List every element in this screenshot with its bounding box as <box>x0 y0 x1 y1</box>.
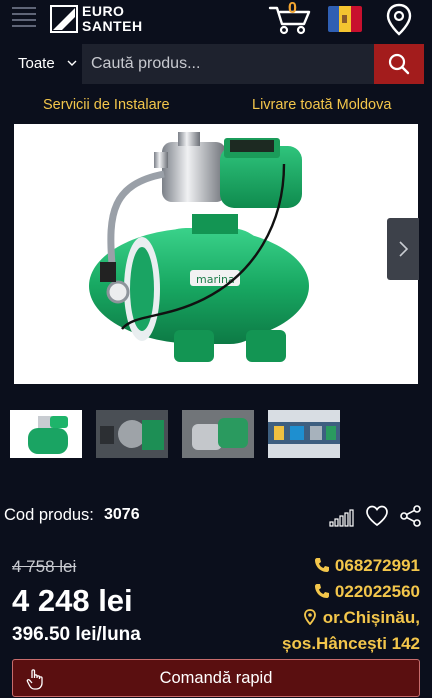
map-pin-icon <box>303 609 316 625</box>
menu-icon[interactable] <box>12 7 36 31</box>
location-pin-icon[interactable] <box>385 3 413 37</box>
logo[interactable]: EURO SANTEH <box>50 4 150 34</box>
quick-order-button[interactable]: Comandă rapid <box>12 659 420 697</box>
tap-hand-icon <box>26 669 43 690</box>
info-bar: Servicii de Instalare Livrare toată Mold… <box>0 90 432 124</box>
current-price: 4 248 lei <box>12 583 133 618</box>
cart-count-badge: 0 <box>288 0 297 17</box>
thumbnail-image <box>28 416 68 454</box>
logo-text-line1: EURO <box>82 3 125 19</box>
product-image[interactable]: marina <box>14 124 418 384</box>
language-flag[interactable] <box>328 6 362 32</box>
top-header: EURO SANTEH 0 <box>0 0 432 40</box>
phone-1-text: 068272991 <box>334 556 420 575</box>
pump-image: marina <box>89 132 309 362</box>
heart-icon[interactable] <box>364 504 390 528</box>
share-icon[interactable] <box>398 504 424 528</box>
product-code-value: 3076 <box>104 506 140 523</box>
thumbnail-image <box>182 410 254 458</box>
thumbnail-image <box>96 410 168 458</box>
search-bar: Toate <box>0 40 432 90</box>
thumbnail-2[interactable] <box>96 410 168 458</box>
next-image-button[interactable] <box>387 218 419 280</box>
thumbnail-strip <box>8 410 348 460</box>
address-city-link[interactable]: or.Chișinău, <box>302 608 420 628</box>
monthly-price: 396.50 lei/luna <box>12 624 141 645</box>
phone-icon <box>314 558 329 572</box>
search-icon <box>388 53 410 75</box>
thumbnail-3[interactable] <box>182 410 254 458</box>
thumbnail-1[interactable] <box>10 410 82 458</box>
delivery-info-link[interactable]: Livrare toată Moldova <box>252 97 391 113</box>
logo-mark-icon <box>50 5 78 33</box>
search-input[interactable] <box>82 44 374 84</box>
phone-2-link[interactable]: 022022560 <box>314 582 420 602</box>
flag-emblem-icon <box>342 15 348 23</box>
cart-button[interactable]: 0 <box>268 0 312 36</box>
category-select[interactable]: Toate <box>18 55 55 72</box>
address-street-text: șos.Hâncești 142 <box>282 634 420 653</box>
address-city-text: or.Chișinău, <box>322 608 420 627</box>
phone-1-link[interactable]: 068272991 <box>314 556 420 576</box>
chevron-down-icon[interactable] <box>66 57 78 69</box>
product-code-label: Cod produs: <box>4 506 94 524</box>
phone-icon <box>314 584 329 598</box>
thumbnail-4[interactable] <box>268 410 340 458</box>
logo-text-line2: SANTEH <box>82 18 143 34</box>
installation-services-link[interactable]: Servicii de Instalare <box>43 97 170 113</box>
product-code-row: Cod produs: 3076 <box>4 504 424 528</box>
thumbnail-image <box>268 410 340 458</box>
old-price: 4 758 lei <box>12 557 77 576</box>
quick-order-label: Comandă rapid <box>159 668 273 687</box>
phone-2-text: 022022560 <box>334 582 420 601</box>
chevron-right-icon <box>399 241 409 257</box>
compare-icon[interactable] <box>328 504 354 528</box>
search-button[interactable] <box>374 44 424 84</box>
